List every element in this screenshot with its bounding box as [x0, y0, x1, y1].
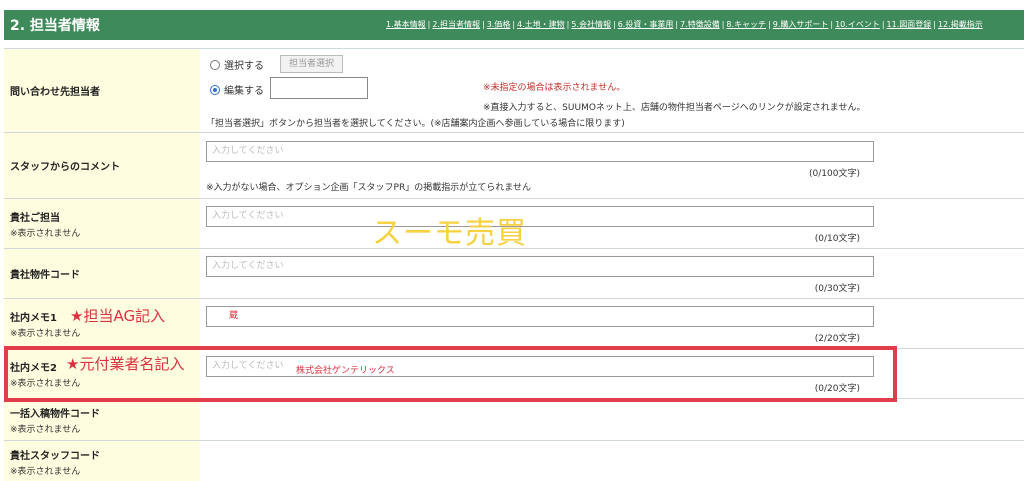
nav-link-basic[interactable]: 1.基本情報 [386, 20, 426, 29]
section-header: 2. 担当者情報 1.基本情報 | 2.担当者情報 | 3.価格 | 4.土地・建物 | 5.会… [4, 10, 1024, 40]
nav-link-catch[interactable]: 8.キャッチ [726, 20, 766, 29]
nav-link-drawing[interactable]: 11.図面登録 [887, 20, 932, 29]
value-memo1: 蔵 (2/20文字) [200, 299, 1024, 348]
value-staff-comment: 入力してください (0/100文字) ※入力がない場合、オプション企画「スタッフ… [200, 133, 1024, 198]
label-note: ※表示されません [10, 328, 81, 339]
watermark-text: スーモ売買 [372, 216, 527, 251]
memo2-counter: (0/20文字) [814, 384, 860, 394]
label-contact-person: 問い合わせ先担当者 [4, 49, 200, 132]
staff-comment-counter: (0/100文字) [809, 169, 860, 179]
nav-link-staff[interactable]: 2.担当者情報 [432, 20, 480, 29]
radio-select[interactable] [210, 59, 220, 70]
value-memo2: 入力してください 株式会社ゲンテリックス (0/20文字) [200, 349, 1024, 398]
nav-link-investment[interactable]: 6.投資・事業用 [618, 20, 674, 29]
value-company-staff: 入力してください (0/10文字) [200, 199, 1024, 248]
annotation-memo1: ★担当AG記入 [70, 307, 166, 325]
label-property-code: 貴社物件コード [4, 249, 200, 298]
value-contact-person: 選択する 担当者選択 編集する ※未指定の場合は表示されません。 ※直接入力する… [200, 49, 1024, 132]
label-note: ※表示されません [10, 424, 81, 435]
staff-form: 問い合わせ先担当者 選択する 担当者選択 編集する ※未指定の場合は表示されませ… [4, 48, 1024, 481]
label-text: 貴社スタッフコード [10, 450, 100, 462]
radio-edit[interactable] [210, 84, 220, 95]
memo2-overlay-text: 株式会社ゲンテリックス [296, 366, 395, 376]
property-code-counter: (0/30文字) [814, 284, 860, 294]
notice-direct-input: ※直接入力すると、SUUMOネット上、店舗の物件担当者ページへのリンクが設定され… [483, 103, 866, 113]
memo1-counter: (2/20文字) [814, 334, 860, 344]
radio-edit-option[interactable]: 編集する [210, 82, 264, 97]
nav-link-company[interactable]: 5.会社情報 [571, 20, 611, 29]
label-text: 貴社ご担当 [10, 212, 60, 224]
nav-link-listing[interactable]: 12.掲載指示 [938, 20, 983, 29]
row-staff-code: 貴社スタッフコード ※表示されません [4, 441, 1024, 481]
value-staff-code [200, 441, 1024, 481]
row-bulk-code: 一括入稿物件コード ※表示されません [4, 399, 1024, 441]
label-bulk-code: 一括入稿物件コード ※表示されません [4, 399, 200, 440]
company-staff-input[interactable]: 入力してください [206, 206, 874, 227]
property-code-input[interactable]: 入力してください [206, 256, 874, 277]
staff-comment-note: ※入力がない場合、オプション企画「スタッフPR」の掲載指示が立てられません [206, 183, 531, 193]
nav-link-event[interactable]: 10.イベント [835, 20, 880, 29]
value-property-code: 入力してください (0/30文字) [200, 249, 1024, 298]
nav-link-price[interactable]: 3.価格 [487, 20, 511, 29]
contact-name-input[interactable] [270, 77, 368, 99]
label-note: ※表示されません [10, 466, 81, 477]
radio-select-option[interactable]: 選択する [210, 57, 264, 72]
row-contact-person: 問い合わせ先担当者 選択する 担当者選択 編集する ※未指定の場合は表示されませ… [4, 49, 1024, 133]
annotation-memo2: ★元付業者名記入 [66, 355, 185, 373]
nav-link-support[interactable]: 9.購入サポート [773, 20, 829, 29]
radio-edit-label: 編集する [224, 86, 264, 97]
staff-comment-input[interactable]: 入力してください [206, 141, 874, 162]
radio-select-label: 選択する [224, 61, 264, 72]
label-text: 貴社物件コード [10, 270, 80, 281]
nav-link-land[interactable]: 4.土地・建物 [517, 20, 565, 29]
company-staff-counter: (0/10文字) [814, 234, 860, 244]
label-staff-comment: スタッフからのコメント [4, 133, 200, 198]
value-bulk-code [200, 399, 1024, 440]
label-note: ※表示されません [10, 378, 81, 389]
row-property-code: 貴社物件コード 入力してください (0/30文字) [4, 249, 1024, 299]
label-company-staff: 貴社ご担当 ※表示されません [4, 199, 200, 248]
select-staff-button[interactable]: 担当者選択 [280, 55, 344, 73]
label-staff-code: 貴社スタッフコード ※表示されません [4, 441, 200, 481]
instruction-text: 「担当者選択」ボタンから担当者を選択してください。(※店舗案内企画へ参画している… [206, 119, 625, 129]
section-title: 2. 担当者情報 [10, 18, 100, 34]
label-text: スタッフからのコメント [10, 162, 120, 173]
label-note: ※表示されません [10, 228, 81, 239]
notice-unassigned: ※未指定の場合は表示されません。 [483, 83, 626, 93]
section-nav: 1.基本情報 | 2.担当者情報 | 3.価格 | 4.土地・建物 | 5.会社情報 | 6.投資・… [386, 20, 983, 29]
nav-link-features[interactable]: 7.特徴設備 [680, 20, 720, 29]
row-staff-comment: スタッフからのコメント 入力してください (0/100文字) ※入力がない場合、… [4, 133, 1024, 199]
label-text: 一括入稿物件コード [10, 408, 100, 420]
label-text: 問い合わせ先担当者 [10, 87, 100, 98]
memo1-input[interactable]: 蔵 [206, 306, 874, 327]
